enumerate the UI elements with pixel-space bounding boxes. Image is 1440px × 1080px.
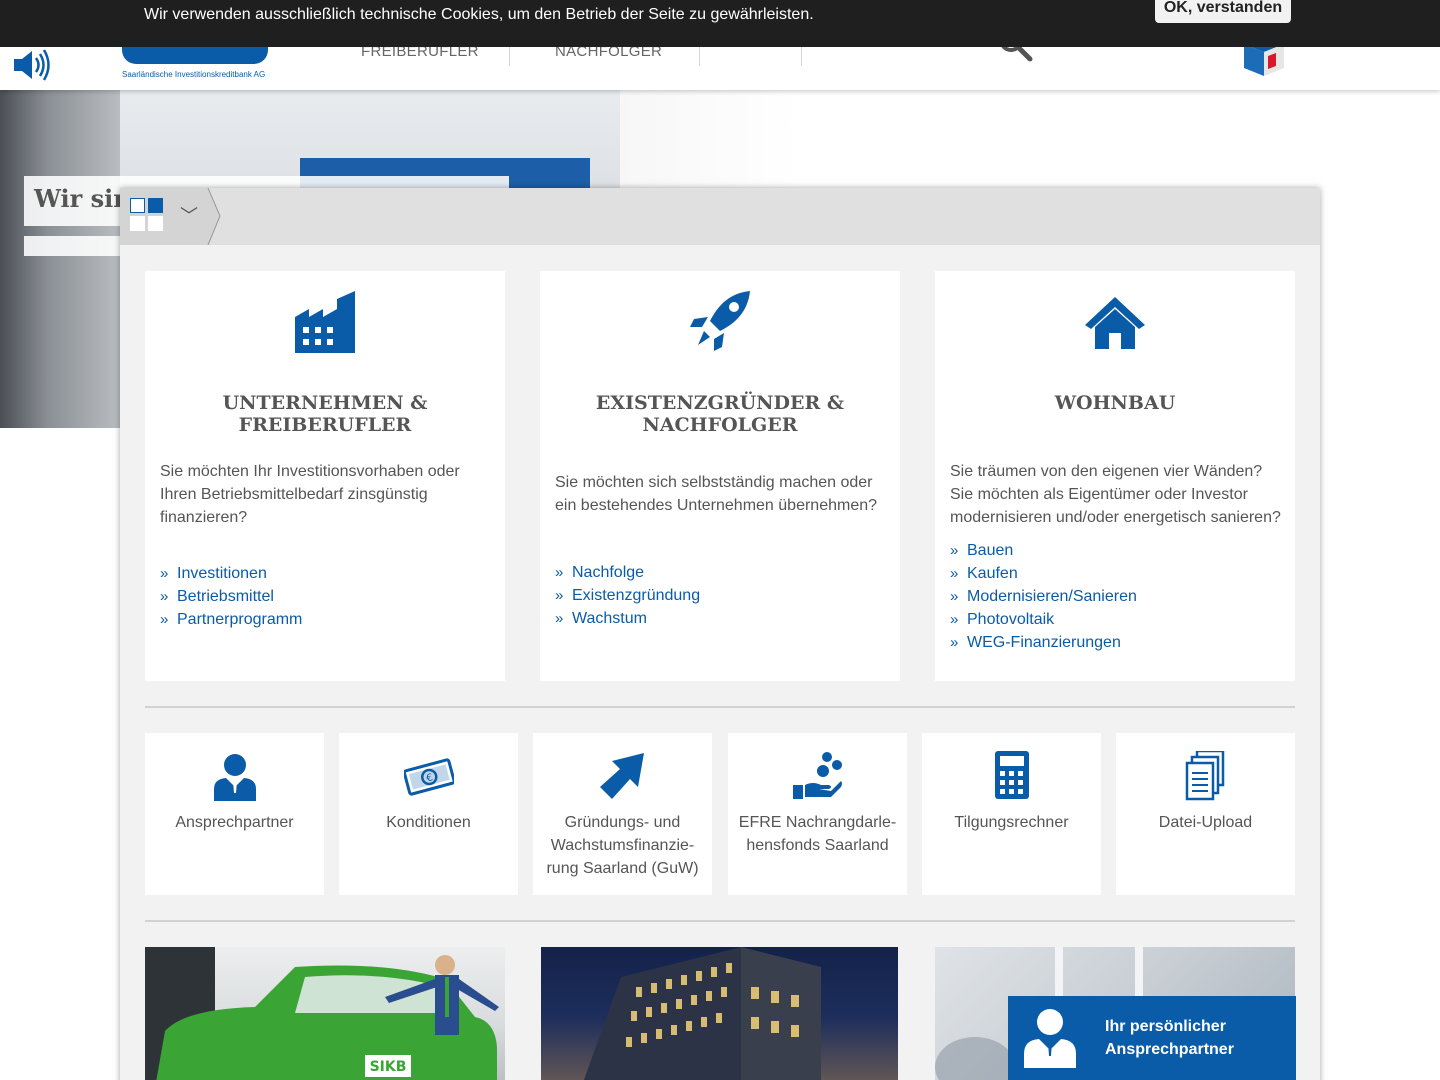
chevron-down-icon[interactable]: ﹀	[180, 202, 198, 228]
building-illustration	[583, 947, 821, 1080]
grid-icon[interactable]	[130, 198, 164, 232]
tile-konditionen[interactable]: € Konditionen	[339, 733, 518, 895]
card-wohnbau: Wohnbau Sie träumen von den eigenen vier…	[935, 271, 1295, 681]
card-description: Sie möchten Ihr Investitionsvorhaben ode…	[160, 463, 460, 526]
card-title: Unternehmen & Freiberufler	[222, 392, 428, 436]
factory-icon	[295, 291, 355, 353]
money-icon: €	[404, 758, 454, 796]
tile-label: Tilgungsrechner	[954, 814, 1069, 831]
contact-badge-line1: Ihr persönlicher	[1105, 1018, 1226, 1035]
card-existenzgruender: Existenzgründer & Nachfolger Sie möchten…	[540, 271, 900, 681]
card-description: Sie träumen von den eigenen vier Wänden?…	[950, 463, 1281, 526]
link-weg-finanzierungen[interactable]: » WEG-Finanzierungen	[950, 631, 1137, 654]
contact-badge-line2: Ansprechpartner	[1105, 1041, 1234, 1058]
link-photovoltaik[interactable]: » Photovoltaik	[950, 608, 1137, 631]
person-icon	[214, 754, 256, 801]
rocket-icon	[690, 291, 750, 351]
person-icon	[1024, 1009, 1076, 1068]
tile-ansprechpartner[interactable]: Ansprechpartner	[145, 733, 324, 895]
car-illustration: SIKB	[145, 947, 499, 1080]
teaser-image-car[interactable]: SIKB	[145, 947, 505, 1080]
tile-label: EFRE Nachrangdarle-hensfonds Saarland	[738, 814, 897, 854]
card-description: Sie möchten sich selbstständig machen od…	[555, 474, 878, 514]
link-kaufen[interactable]: » Kaufen	[950, 562, 1137, 585]
calculator-icon	[995, 751, 1029, 799]
cookie-accept-button[interactable]: OK, verstanden	[1155, 0, 1291, 23]
tile-tilgungsrechner[interactable]: Tilgungsrechner	[922, 733, 1101, 895]
contact-person-badge[interactable]: Ihr persönlicher Ansprechpartner	[1008, 996, 1296, 1080]
quick-navigation-panel: ﹀ Unternehmen & Freiberufler Sie möchten…	[120, 188, 1320, 1080]
card-link-list: » Bauen » Kaufen » Modernisieren/Sanieren »…	[950, 539, 1137, 654]
link-betriebsmittel[interactable]: » Betriebsmittel	[160, 585, 302, 608]
link-nachfolge[interactable]: » Nachfolge	[555, 561, 700, 584]
panel-header: ﹀	[120, 188, 1320, 245]
teaser-image-building[interactable]	[541, 947, 898, 1080]
section-divider	[145, 706, 1295, 708]
house-icon	[1085, 297, 1145, 349]
contact-badge-text: Ihr persönlicher Ansprechpartner	[1105, 1015, 1234, 1061]
section-divider	[145, 920, 1295, 922]
card-title: Wohnbau	[1054, 392, 1176, 414]
card-title: Existenzgründer & Nachfolger	[595, 392, 845, 436]
hero-wall	[0, 90, 120, 428]
hand-coins-icon	[793, 752, 842, 799]
link-wachstum[interactable]: » Wachstum	[555, 607, 700, 630]
arrow-icon	[600, 753, 644, 799]
tile-label: Gründungs- und Wachstumsfinanzie-rung Sa…	[546, 814, 699, 877]
link-existenzgruendung[interactable]: » Existenzgründung	[555, 584, 700, 607]
hero-subline-box	[24, 236, 124, 256]
card-link-list: » Nachfolge » Existenzgründung » Wachstum	[555, 561, 700, 630]
documents-icon	[1185, 751, 1225, 801]
tile-label: Ansprechpartner	[175, 814, 294, 831]
link-investitionen[interactable]: » Investitionen	[160, 562, 302, 585]
cookie-message: Wir verwenden ausschließlich technische …	[144, 6, 814, 23]
svg-text:SIKB: SIKB	[370, 1059, 407, 1075]
link-modernisieren[interactable]: » Modernisieren/Sanieren	[950, 585, 1137, 608]
logo-subtitle: Saarländische Investitionskreditbank AG	[122, 70, 266, 79]
card-link-list: » Investitionen » Betriebsmittel » Partnerp…	[160, 562, 302, 631]
cookie-banner: Wir verwenden ausschließlich technische …	[0, 0, 1440, 47]
speaker-icon[interactable]	[12, 48, 52, 82]
card-unternehmen: Unternehmen & Freiberufler Sie möchten I…	[145, 271, 505, 681]
tile-label: Datei-Upload	[1158, 814, 1253, 831]
tile-efre[interactable]: EFRE Nachrangdarle-hensfonds Saarland	[728, 733, 907, 895]
tile-guw[interactable]: Gründungs- und Wachstumsfinanzie-rung Sa…	[533, 733, 712, 895]
link-bauen[interactable]: » Bauen	[950, 539, 1137, 562]
tile-datei-upload[interactable]: Datei-Upload	[1116, 733, 1295, 895]
tile-label: Konditionen	[386, 814, 471, 831]
link-partnerprogramm[interactable]: » Partnerprogramm	[160, 608, 302, 631]
